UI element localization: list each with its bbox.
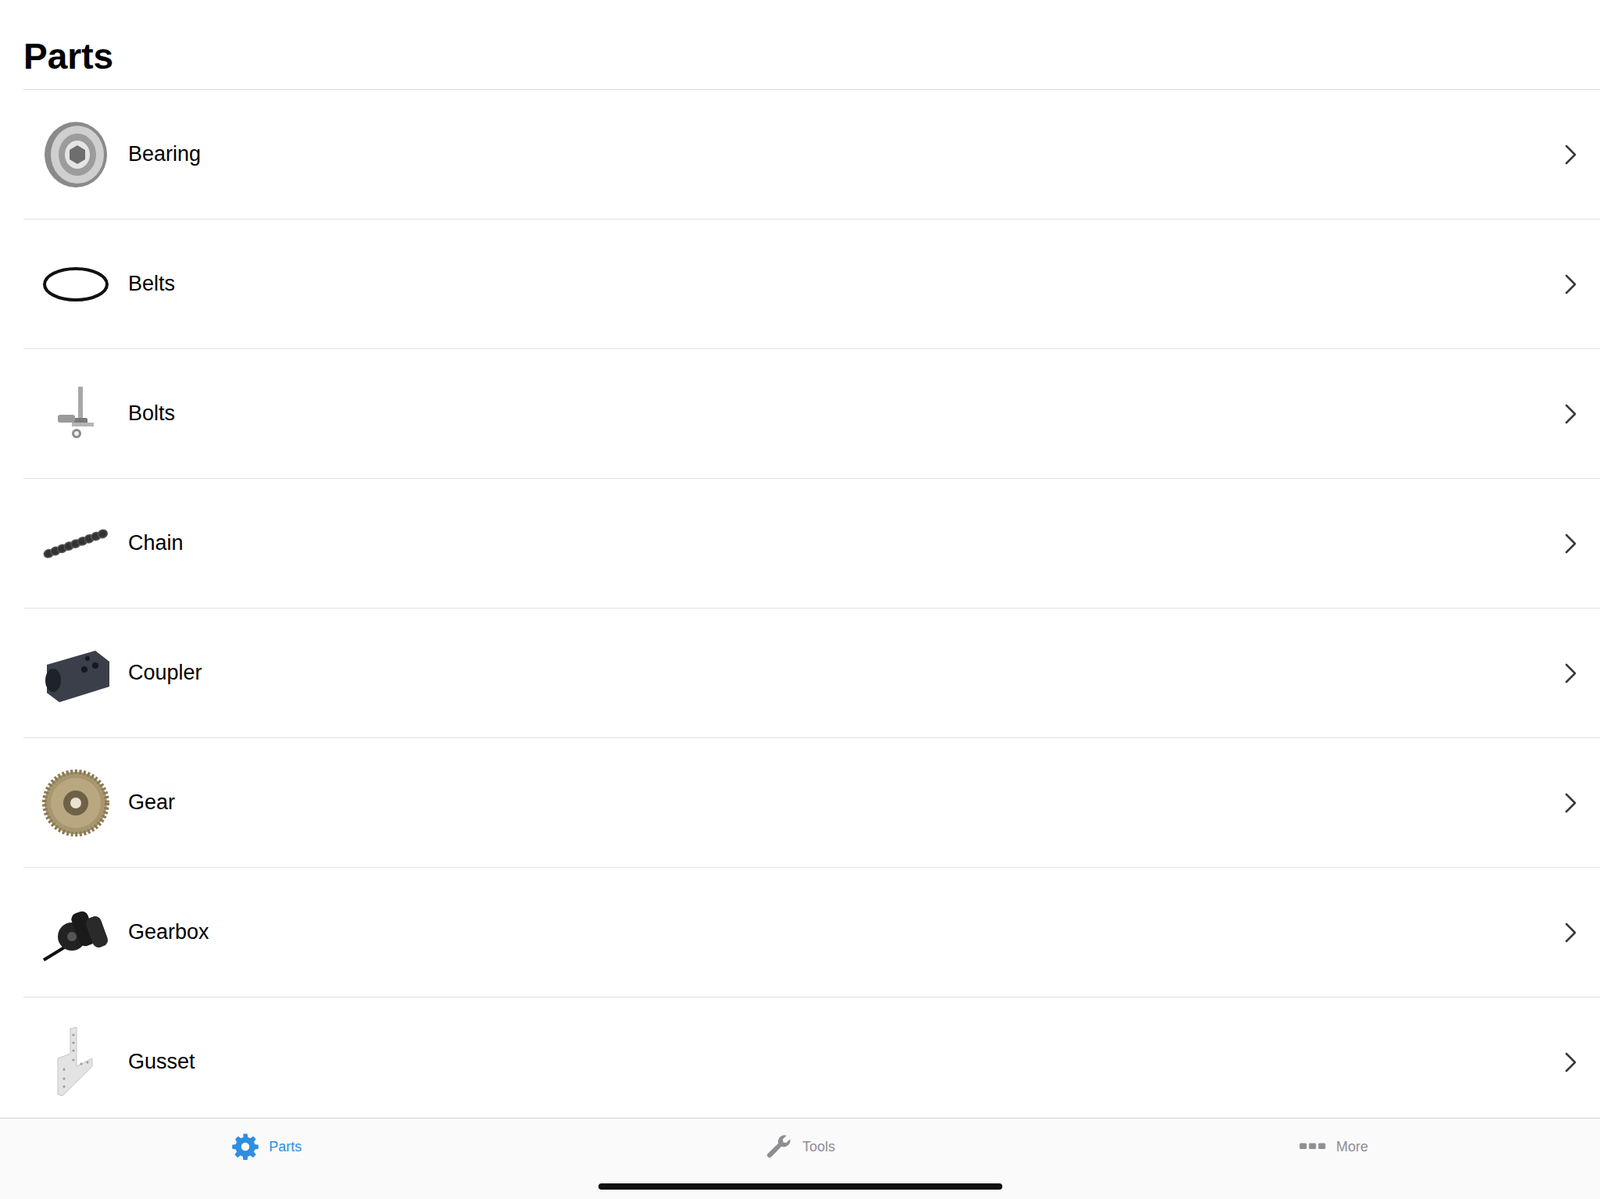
parts-row[interactable]: Belts	[23, 219, 1600, 350]
part-thumbnail	[40, 1027, 111, 1098]
bearing-icon	[40, 119, 111, 190]
tab-row: Parts Tools More	[0, 1129, 1600, 1165]
chevron-right-icon	[1564, 143, 1579, 166]
coupler-icon	[40, 638, 111, 709]
chevron-right-icon	[1564, 1051, 1579, 1074]
tab-item[interactable]: Tools	[533, 1129, 1068, 1165]
part-label: Gusset	[128, 1050, 1565, 1075]
tab-bar: Parts Tools More	[0, 1117, 1600, 1199]
tab-label: More	[1335, 1139, 1368, 1156]
part-thumbnail	[40, 767, 111, 839]
chevron-right-icon	[1564, 921, 1579, 944]
parts-row[interactable]: Gearbox	[23, 867, 1600, 998]
gearbox-icon	[40, 897, 111, 968]
part-label: Coupler	[128, 660, 1565, 686]
chevron-right-icon	[1564, 403, 1579, 425]
part-thumbnail	[40, 249, 111, 320]
chevron-right-icon	[1564, 662, 1579, 685]
parts-row[interactable]: Chain	[23, 478, 1600, 609]
part-thumbnail	[40, 638, 111, 709]
part-thumbnail	[40, 378, 111, 450]
chevron-right-icon	[1564, 792, 1579, 815]
tab-label: Tools	[802, 1139, 836, 1156]
bolts-icon	[40, 378, 111, 450]
part-thumbnail	[40, 508, 111, 579]
belt-icon	[40, 249, 111, 320]
header: Parts	[23, 0, 1600, 90]
parts-row[interactable]: Bolts	[23, 349, 1600, 479]
chain-icon	[40, 508, 111, 579]
part-label: Chain	[128, 531, 1565, 556]
home-indicator	[598, 1183, 1003, 1190]
tab-label: Parts	[268, 1139, 302, 1156]
part-label: Bearing	[128, 142, 1565, 167]
part-thumbnail	[40, 119, 111, 190]
parts-row[interactable]: Gear	[23, 738, 1600, 868]
chevron-right-icon	[1564, 532, 1579, 555]
chevron-right-icon	[1564, 273, 1579, 296]
parts-screen: Parts Bearing Belts Bolts Chain Coupler Gear Ge…	[0, 0, 1600, 1199]
parts-row[interactable]: Coupler	[23, 608, 1600, 739]
tab-item[interactable]: More	[1066, 1129, 1600, 1165]
gear-icon	[40, 767, 111, 839]
parts-row[interactable]: Gusset	[23, 997, 1600, 1118]
parts-row[interactable]: Bearing	[23, 89, 1600, 220]
part-label: Gearbox	[128, 920, 1565, 945]
wrench-icon	[764, 1132, 793, 1161]
tab-item[interactable]: Parts	[0, 1129, 534, 1165]
gusset-icon	[40, 1027, 111, 1098]
part-label: Belts	[128, 271, 1565, 297]
more-icon	[1298, 1132, 1327, 1161]
part-label: Gear	[128, 790, 1565, 815]
part-label: Bolts	[128, 401, 1565, 426]
part-thumbnail	[40, 897, 111, 968]
page-title: Parts	[23, 35, 114, 78]
parts-list: Bearing Belts Bolts Chain Coupler Gear Gearbox…	[0, 89, 1600, 1118]
gear-icon	[231, 1132, 260, 1161]
